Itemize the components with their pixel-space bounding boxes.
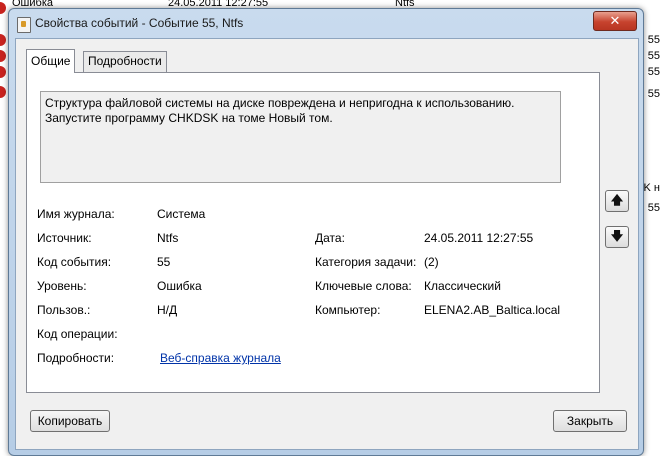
event-properties-dialog: Свойства событий - Событие 55, Ntfs ✕ Об… — [8, 8, 644, 456]
list-item-code: 55 — [647, 202, 660, 214]
computer-label: Компьютер: — [315, 303, 381, 317]
computer-value: ELENA2.AB_Baltica.local — [424, 303, 561, 317]
tab-details[interactable]: Подробности — [83, 51, 167, 72]
keywords-value: Классический — [424, 279, 501, 293]
dialog-client-area: Общие Подробности Структура файловой сис… — [15, 38, 639, 450]
list-item-code: 55 — [647, 88, 660, 100]
error-icon — [0, 2, 6, 14]
user-value: Н/Д — [157, 303, 178, 317]
error-icon — [0, 34, 6, 46]
close-icon[interactable]: ✕ — [593, 11, 637, 31]
error-icon — [0, 66, 6, 78]
general-tab-panel: Структура файловой системы на диске повр… — [26, 72, 600, 393]
tab-general[interactable]: Общие — [26, 49, 76, 73]
details-label: Подробности: — [37, 351, 115, 365]
error-icon — [0, 86, 6, 98]
event-code-value: 55 — [157, 255, 171, 269]
arrow-up-icon: 🡅 — [610, 193, 624, 207]
description-line: Структура файловой системы на диске повр… — [45, 96, 515, 110]
error-icon — [0, 50, 6, 62]
web-help-link[interactable]: Веб-справка журнала — [160, 351, 281, 365]
previous-event-button[interactable]: 🡅 — [605, 190, 629, 212]
list-item-code: 55 — [647, 34, 660, 46]
event-description[interactable]: Структура файловой системы на диске повр… — [40, 91, 561, 183]
description-line: Запустите программу CHKDSK на томе Новый… — [45, 111, 333, 125]
next-event-button[interactable]: 🡇 — [605, 226, 629, 248]
task-category-value: (2) — [424, 255, 439, 269]
log-name-label: Имя журнала: — [37, 207, 115, 221]
date-label: Дата: — [315, 231, 345, 245]
date-value: 24.05.2011 12:27:55 — [424, 231, 534, 245]
title-bar[interactable]: Свойства событий - Событие 55, Ntfs ✕ — [9, 9, 643, 37]
arrow-down-icon: 🡇 — [610, 229, 624, 243]
close-button[interactable]: Закрыть — [553, 410, 627, 432]
source-label: Источник: — [37, 231, 92, 245]
event-properties-icon — [17, 17, 31, 33]
level-value: Ошибка — [157, 279, 202, 293]
copy-button[interactable]: Копировать — [30, 410, 110, 432]
log-name-value: Система — [157, 207, 206, 221]
opcode-label: Код операции: — [37, 327, 118, 341]
event-code-label: Код события: — [37, 255, 112, 269]
task-category-label: Категория задачи: — [315, 255, 417, 269]
list-item-code: 55 — [647, 50, 660, 62]
keywords-label: Ключевые слова: — [315, 279, 412, 293]
user-label: Пользов.: — [37, 303, 91, 317]
source-value: Ntfs — [157, 231, 179, 245]
window-title: Свойства событий - Событие 55, Ntfs — [35, 16, 244, 30]
list-item-code: 55 — [647, 66, 660, 78]
level-label: Уровень: — [37, 279, 87, 293]
list-item-code: K н — [643, 182, 660, 194]
